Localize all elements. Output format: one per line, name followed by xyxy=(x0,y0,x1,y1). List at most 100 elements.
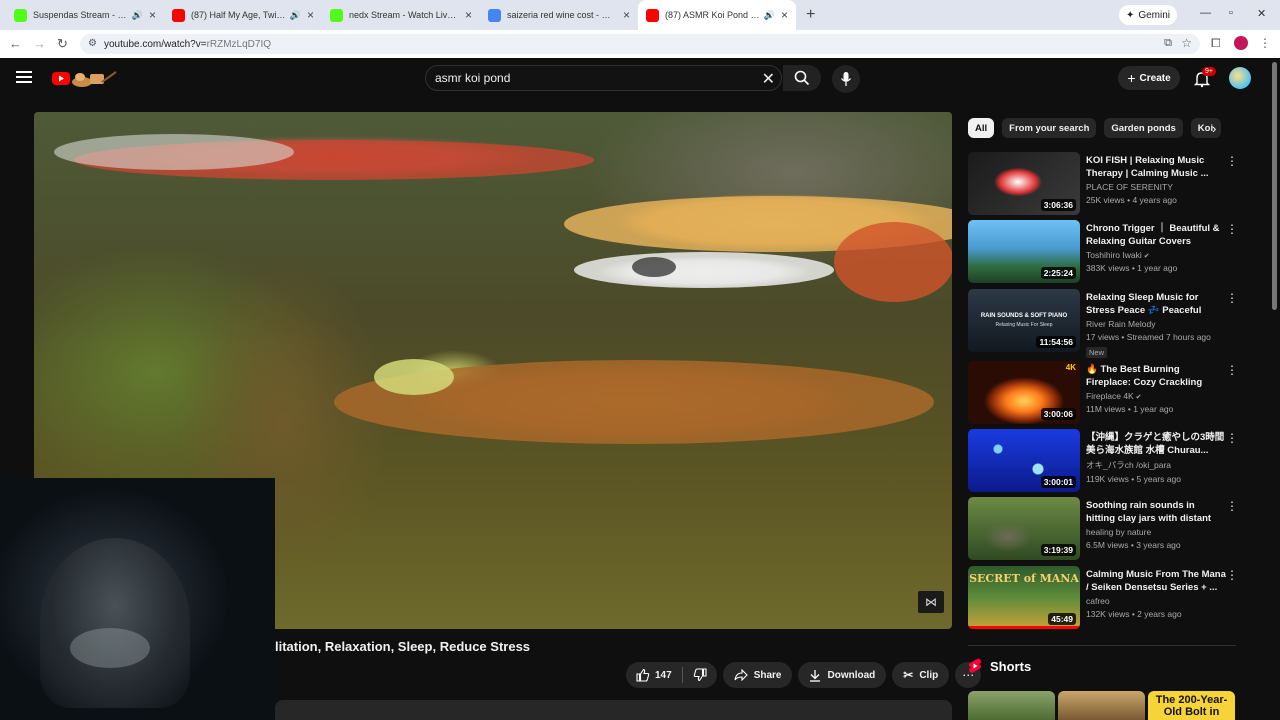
like-button[interactable]: 147 xyxy=(626,662,682,688)
video-thumbnail[interactable]: SECRET of MANA 45:49 xyxy=(968,566,1080,629)
forward-icon[interactable]: → xyxy=(33,36,46,51)
new-tab-button[interactable]: + xyxy=(806,6,815,24)
filter-chip[interactable]: From your search xyxy=(1002,118,1097,138)
menu-dots-icon[interactable]: ⋮ xyxy=(1259,36,1271,50)
reload-icon[interactable]: ↻ xyxy=(57,36,68,52)
account-avatar[interactable] xyxy=(1229,67,1251,89)
channel-watermark-icon[interactable]: ⋈ xyxy=(918,591,944,613)
more-options-icon[interactable]: ⋮ xyxy=(1226,363,1238,377)
video-thumbnail[interactable]: 2:25:24 xyxy=(968,220,1080,283)
search-icon xyxy=(794,70,810,86)
thumbnail-subtext: Relaxing Music For Sleep xyxy=(995,322,1053,328)
tab-title: (87) Half My Age, Twice The xyxy=(191,10,287,20)
video-thumbnail[interactable]: 3:19:39 xyxy=(968,497,1080,560)
video-title-link[interactable]: KOI FISH | Relaxing Music Therapy | Calm… xyxy=(1086,154,1226,180)
video-title: litation, Relaxation, Sleep, Reduce Stre… xyxy=(275,639,531,654)
recommended-video[interactable]: SECRET of MANA 45:49 Calming Music From Th… xyxy=(968,566,1248,630)
install-app-icon[interactable]: ⧉ xyxy=(1164,37,1172,50)
recommended-video[interactable]: 3:19:39 Soothing rain sounds in hitting c… xyxy=(968,497,1248,561)
search-input[interactable]: asmr koi pond ✕ xyxy=(425,65,782,91)
watch-progress-bar xyxy=(968,626,1080,629)
url-field[interactable]: ⚙ youtube.com/watch?v= rRZMzLqD7IQ ⧉ ☆ xyxy=(80,34,1200,54)
clear-search-icon[interactable]: ✕ xyxy=(762,69,775,89)
short-thumbnail-1[interactable] xyxy=(968,691,1055,720)
extensions-icon[interactable]: ⧠ xyxy=(1211,36,1221,51)
back-icon[interactable]: ← xyxy=(9,36,22,51)
search-button[interactable] xyxy=(783,65,821,91)
tab-close-icon[interactable]: × xyxy=(307,8,314,22)
video-title-link[interactable]: 🔥 The Best Burning Fireplace: Cozy Crack… xyxy=(1086,363,1226,389)
youtube-logo[interactable] xyxy=(50,68,120,90)
browser-tab[interactable]: (87) ASMR Koi Pond (10 Ho🔊 × xyxy=(638,0,796,30)
channel-name[interactable]: River Rain Melody xyxy=(1086,319,1226,329)
gemini-button[interactable]: ✦ Gemini xyxy=(1119,5,1177,25)
video-thumbnail[interactable]: RAIN SOUNDS & SOFT PIANO Relaxing Music F… xyxy=(968,289,1080,352)
tab-audio-icon[interactable]: 🔊 xyxy=(132,10,143,21)
video-thumbnail[interactable]: 3:06:36 xyxy=(968,152,1080,215)
video-title-link[interactable]: 【沖縄】クラゲと癒やしの3時間 美ら海水族館 水槽 Churau... xyxy=(1086,431,1226,457)
share-button[interactable]: Share xyxy=(722,662,793,688)
webcam-overlay xyxy=(0,478,275,720)
channel-name[interactable]: cafreo xyxy=(1086,596,1226,606)
video-info: Calming Music From The Mana / Seiken Den… xyxy=(1086,568,1226,619)
hamburger-menu-icon[interactable] xyxy=(16,71,32,83)
channel-name[interactable]: Fireplace 4K ✔ xyxy=(1086,391,1226,401)
more-options-icon[interactable]: ⋮ xyxy=(1226,431,1238,445)
bookmark-star-icon[interactable]: ☆ xyxy=(1181,36,1192,50)
tab-close-icon[interactable]: × xyxy=(149,8,156,22)
browser-tab[interactable]: nedx Stream - Watch Live on Ki × xyxy=(322,0,480,30)
download-button[interactable]: Download xyxy=(798,662,887,688)
browser-tab[interactable]: (87) Half My Age, Twice The🔊 × xyxy=(164,0,322,30)
tab-favicon-icon xyxy=(488,8,501,22)
maximize-icon[interactable]: ▫ xyxy=(1229,7,1233,19)
more-options-icon[interactable]: ⋮ xyxy=(1226,291,1238,305)
shorts-logo-icon xyxy=(968,658,982,673)
video-thumbnail[interactable]: 3:00:01 xyxy=(968,429,1080,492)
like-count: 147 xyxy=(655,669,672,681)
browser-tab[interactable]: saizeria red wine cost - Google × xyxy=(480,0,638,30)
channel-name[interactable]: healing by nature xyxy=(1086,527,1226,537)
tab-close-icon[interactable]: × xyxy=(781,8,788,22)
recommended-video[interactable]: 3:00:01 【沖縄】クラゲと癒やしの3時間 美ら海水族館 水槽 Churau.… xyxy=(968,429,1248,493)
tab-close-icon[interactable]: × xyxy=(623,8,630,22)
tab-audio-icon[interactable]: 🔊 xyxy=(290,10,301,21)
dislike-button[interactable] xyxy=(683,662,717,688)
gemini-icon: ✦ xyxy=(1125,9,1135,21)
tab-audio-icon[interactable]: 🔊 xyxy=(764,10,775,21)
voice-search-button[interactable] xyxy=(832,65,860,93)
recommended-video[interactable]: 3:06:36 KOI FISH | Relaxing Music Therapy… xyxy=(968,152,1248,216)
recommended-video[interactable]: 4K 3:00:06 🔥 The Best Burning Fireplace: C… xyxy=(968,361,1248,425)
more-options-icon[interactable]: ⋮ xyxy=(1226,154,1238,168)
more-options-icon[interactable]: ⋮ xyxy=(1226,222,1238,236)
page-scrollbar[interactable] xyxy=(1272,62,1277,310)
recommended-video[interactable]: 2:25:24 Chrono Trigger ｜ Beautiful & Rela… xyxy=(968,220,1248,284)
video-title-link[interactable]: Relaxing Sleep Music for Stress Peace 💤 … xyxy=(1086,291,1226,317)
browser-tab[interactable]: Suspendas Stream - Watch🔊 × xyxy=(6,0,164,30)
clip-button[interactable]: ✂ Clip xyxy=(892,662,950,688)
video-title-link[interactable]: Chrono Trigger ｜ Beautiful & Relaxing Gu… xyxy=(1086,222,1226,248)
video-meta: 17 views • Streamed 7 hours ago xyxy=(1086,332,1211,342)
channel-name[interactable]: オキ_パラch /oki_para xyxy=(1086,459,1226,471)
microphone-icon xyxy=(840,72,852,86)
close-window-icon[interactable]: ✕ xyxy=(1257,7,1266,20)
channel-name[interactable]: Toshihiro Iwaki ✔ xyxy=(1086,250,1226,260)
description-box[interactable] xyxy=(275,700,952,720)
more-options-icon[interactable]: ⋮ xyxy=(1226,499,1238,513)
create-button[interactable]: + Create xyxy=(1118,66,1180,90)
video-title-link[interactable]: Soothing rain sounds in hitting clay jar… xyxy=(1086,499,1226,525)
video-thumbnail[interactable]: 4K 3:00:06 xyxy=(968,361,1080,424)
filter-chip[interactable]: All xyxy=(968,118,995,138)
more-options-icon[interactable]: ⋮ xyxy=(1226,568,1238,582)
channel-name[interactable]: PLACE OF SERENITY xyxy=(1086,182,1226,192)
short-thumbnail-3[interactable]: The 200-Year-Old Bolt in xyxy=(1148,691,1235,720)
recommended-video[interactable]: RAIN SOUNDS & SOFT PIANO Relaxing Music F… xyxy=(968,289,1248,358)
short-thumbnail-2[interactable] xyxy=(1058,691,1145,720)
video-title-link[interactable]: Calming Music From The Mana / Seiken Den… xyxy=(1086,568,1226,594)
chips-next-icon[interactable]: › xyxy=(1212,121,1216,136)
site-info-icon[interactable]: ⚙ xyxy=(88,38,97,49)
minimize-icon[interactable]: — xyxy=(1200,7,1211,19)
video-duration: 11:54:56 xyxy=(1036,336,1076,348)
tab-close-icon[interactable]: × xyxy=(465,8,472,22)
profile-avatar[interactable] xyxy=(1234,36,1248,50)
filter-chip[interactable]: Garden ponds xyxy=(1104,118,1183,138)
